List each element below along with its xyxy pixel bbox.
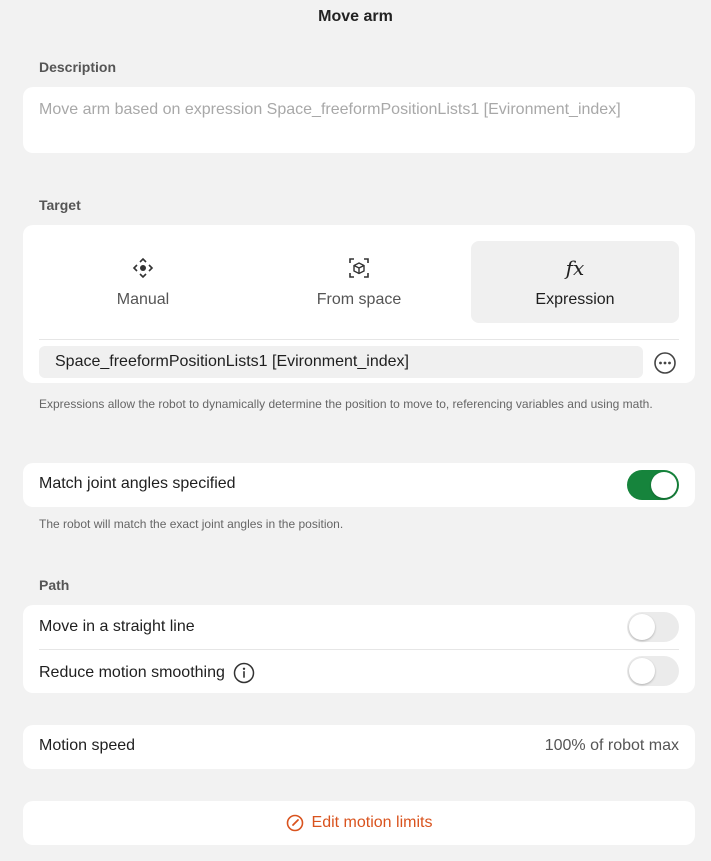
target-option-label: Expression <box>535 291 615 308</box>
more-options-icon[interactable] <box>653 351 677 375</box>
fx-glyph: fx <box>565 256 585 280</box>
path-section-label: Path <box>39 577 70 593</box>
gauge-icon <box>286 814 304 832</box>
description-placeholder: Move arm based on expression Space_freef… <box>39 101 621 118</box>
match-joints-help-text: The robot will match the exact joint ang… <box>39 517 344 531</box>
path-card: Move in a straight line Reduce motion sm… <box>23 605 695 693</box>
target-option-label: From space <box>316 291 402 308</box>
target-option-from-space[interactable]: From space <box>255 241 463 323</box>
move-arrows-icon <box>39 257 247 279</box>
match-joints-toggle[interactable] <box>627 470 679 500</box>
edit-motion-limits-label: Edit motion limits <box>311 814 433 831</box>
target-option-expression[interactable]: fx Expression <box>471 241 679 323</box>
edit-motion-limits-button[interactable]: Edit motion limits <box>23 801 695 845</box>
toggle-knob <box>629 658 655 684</box>
info-icon[interactable] <box>233 662 255 684</box>
page-title: Move arm <box>318 8 393 25</box>
divider <box>39 339 679 340</box>
divider <box>39 649 679 650</box>
cube-in-frame-icon <box>255 257 463 279</box>
toggle-knob <box>629 614 655 640</box>
description-field[interactable]: Move arm based on expression Space_freef… <box>23 87 695 153</box>
straight-line-toggle[interactable] <box>627 612 679 642</box>
target-option-manual[interactable]: Manual <box>39 241 247 323</box>
reduce-smoothing-row-label: Reduce motion smoothing <box>39 662 255 684</box>
motion-speed-value: 100% of robot max <box>544 737 679 754</box>
fx-icon: fx <box>471 256 679 280</box>
match-joints-row: Match joint angles specified <box>23 463 695 507</box>
target-card: Manual From space fx Expression Space_fr… <box>23 225 695 383</box>
match-joints-label: Match joint angles specified <box>39 475 236 492</box>
reduce-smoothing-toggle[interactable] <box>627 656 679 686</box>
straight-line-label: Move in a straight line <box>39 618 195 635</box>
motion-speed-row[interactable]: Motion speed 100% of robot max <box>23 725 695 769</box>
motion-speed-label: Motion speed <box>39 737 136 754</box>
expression-input[interactable]: Space_freeformPositionLists1 [Evironment… <box>39 346 643 378</box>
toggle-knob <box>651 472 677 498</box>
reduce-smoothing-label: Reduce motion smoothing <box>39 664 225 681</box>
target-section-label: Target <box>39 197 81 213</box>
expression-help-text: Expressions allow the robot to dynamical… <box>39 397 653 411</box>
target-option-label: Manual <box>116 291 170 308</box>
description-section-label: Description <box>39 59 117 75</box>
